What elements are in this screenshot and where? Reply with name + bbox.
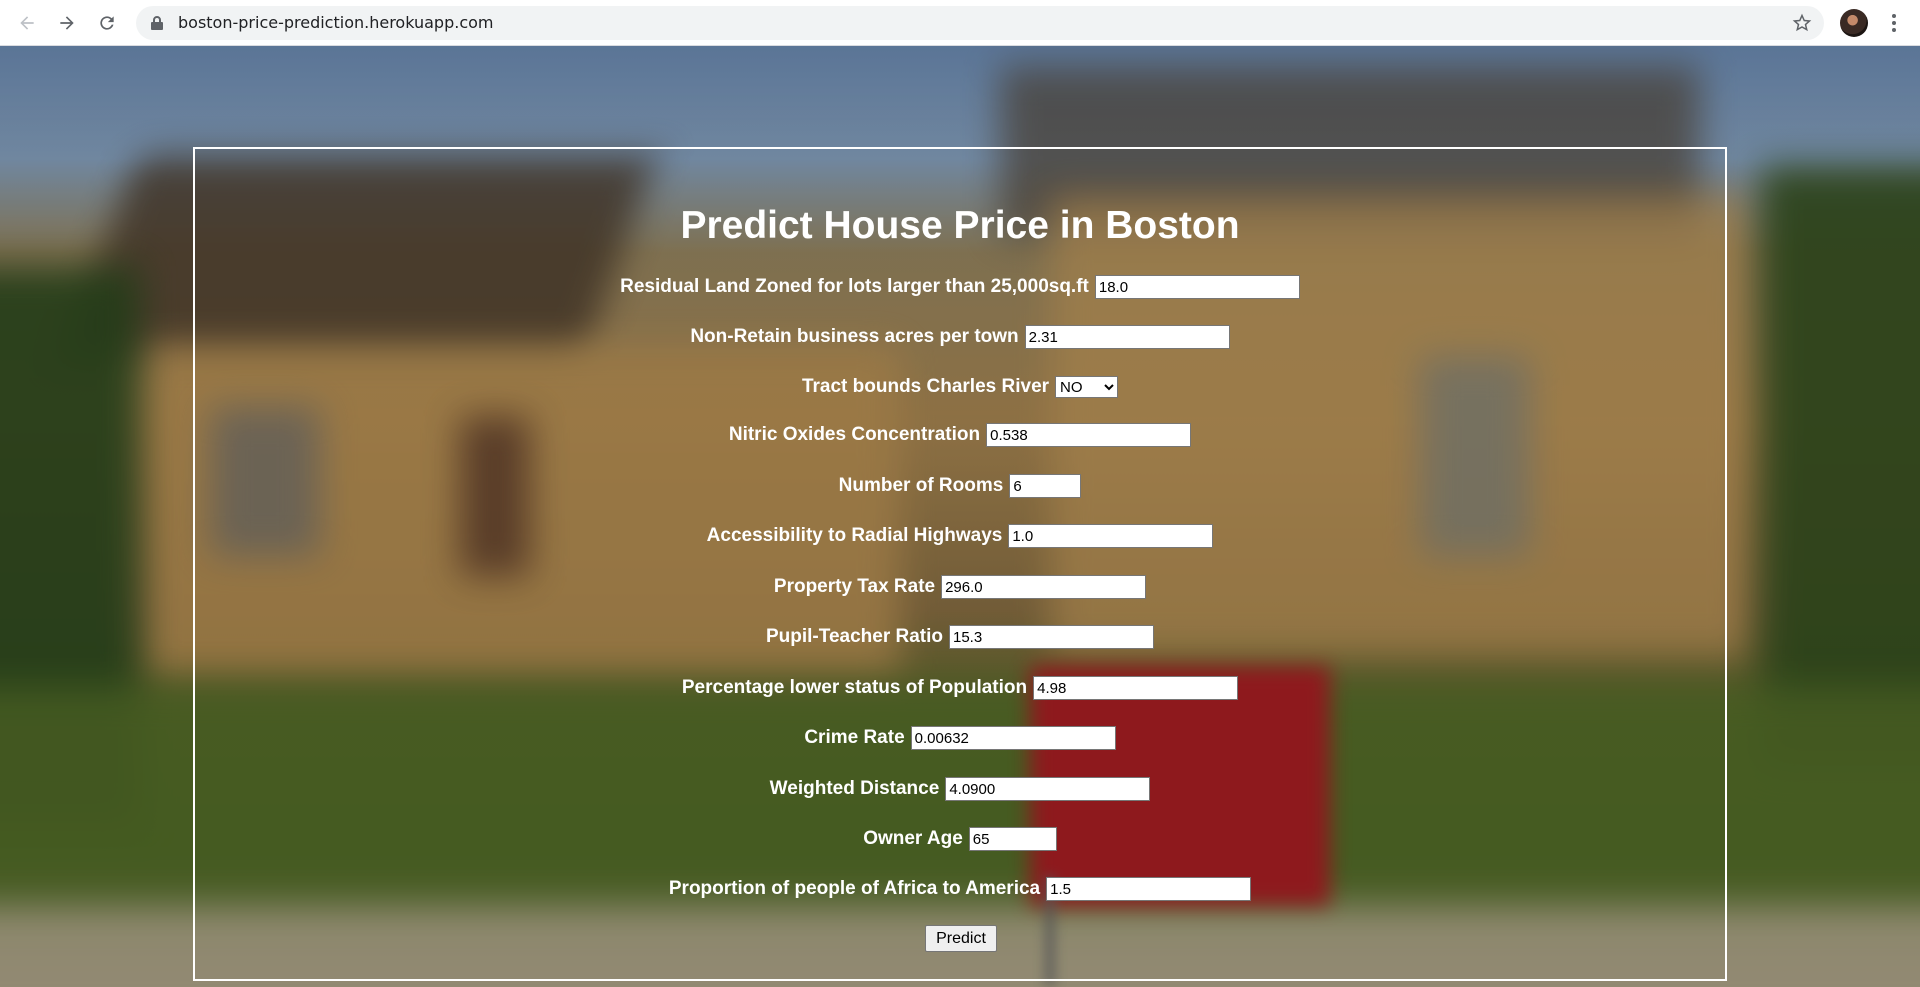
predict-button[interactable]: Predict xyxy=(925,925,997,952)
forward-button[interactable] xyxy=(53,9,81,37)
prediction-form: Predict House Price in Boston Residual L… xyxy=(193,147,1727,981)
field-label: Nitric Oxides Concentration xyxy=(728,424,981,445)
field-lower-status: Percentage lower status of Population xyxy=(195,674,1725,702)
field-rooms: Number of Rooms xyxy=(195,472,1725,500)
arrow-right-icon xyxy=(60,16,74,30)
lower-status-input[interactable] xyxy=(1033,676,1239,700)
field-business-acres: Non-Retain business acres per town xyxy=(195,323,1725,351)
browser-toolbar: boston-price-prediction.herokuapp.com xyxy=(0,0,1920,46)
field-crime-rate: Crime Rate xyxy=(195,724,1725,752)
field-label: Owner Age xyxy=(863,828,963,849)
field-label: Crime Rate xyxy=(804,727,905,748)
rooms-input[interactable] xyxy=(1009,474,1082,498)
field-label: Accessibility to Radial Highways xyxy=(706,525,1003,546)
field-label: Pupil-Teacher Ratio xyxy=(765,626,943,647)
lock-icon xyxy=(151,16,163,30)
star-icon[interactable] xyxy=(1792,13,1812,33)
menu-icon[interactable] xyxy=(1882,9,1906,37)
page-background: Predict House Price in Boston Residual L… xyxy=(0,46,1920,987)
field-label: Proportion of people of Africa to Americ… xyxy=(668,878,1041,899)
field-highways: Accessibility to Radial Highways xyxy=(195,522,1725,550)
field-weighted-distance: Weighted Distance xyxy=(195,775,1725,803)
field-label: Tract bounds Charles River xyxy=(801,376,1050,397)
back-button[interactable] xyxy=(13,9,41,37)
field-residual-land: Residual Land Zoned for lots larger than… xyxy=(195,273,1725,301)
tax-rate-input[interactable] xyxy=(941,575,1147,599)
business-acres-input[interactable] xyxy=(1024,325,1230,349)
field-label: Number of Rooms xyxy=(838,475,1004,496)
field-nitric-oxides: Nitric Oxides Concentration xyxy=(195,421,1725,449)
profile-avatar[interactable] xyxy=(1840,9,1868,37)
field-proportion: Proportion of people of Africa to Americ… xyxy=(195,875,1725,903)
field-pupil-teacher: Pupil-Teacher Ratio xyxy=(195,623,1725,651)
reload-icon xyxy=(100,16,114,30)
owner-age-input[interactable] xyxy=(968,827,1057,851)
crime-rate-input[interactable] xyxy=(910,726,1116,750)
proportion-input[interactable] xyxy=(1046,877,1252,901)
charles-river-select[interactable]: NO xyxy=(1055,376,1119,398)
weighted-distance-input[interactable] xyxy=(945,777,1151,801)
field-label: Weighted Distance xyxy=(769,778,940,799)
address-bar[interactable]: boston-price-prediction.herokuapp.com xyxy=(136,6,1824,40)
residual-land-input[interactable] xyxy=(1094,275,1300,299)
highways-input[interactable] xyxy=(1008,524,1214,548)
arrow-left-icon xyxy=(20,16,34,30)
url-text: boston-price-prediction.herokuapp.com xyxy=(178,13,494,32)
field-owner-age: Owner Age xyxy=(195,825,1725,853)
field-label: Residual Land Zoned for lots larger than… xyxy=(620,276,1089,297)
field-charles-river: Tract bounds Charles River NO xyxy=(195,373,1725,401)
nitric-oxides-input[interactable] xyxy=(986,423,1192,447)
reload-button[interactable] xyxy=(93,9,121,37)
field-label: Percentage lower status of Population xyxy=(681,677,1028,698)
field-tax-rate: Property Tax Rate xyxy=(195,573,1725,601)
field-label: Property Tax Rate xyxy=(773,576,936,597)
field-label: Non-Retain business acres per town xyxy=(690,326,1019,347)
page-title: Predict House Price in Boston xyxy=(680,204,1240,247)
pupil-teacher-input[interactable] xyxy=(949,625,1154,649)
